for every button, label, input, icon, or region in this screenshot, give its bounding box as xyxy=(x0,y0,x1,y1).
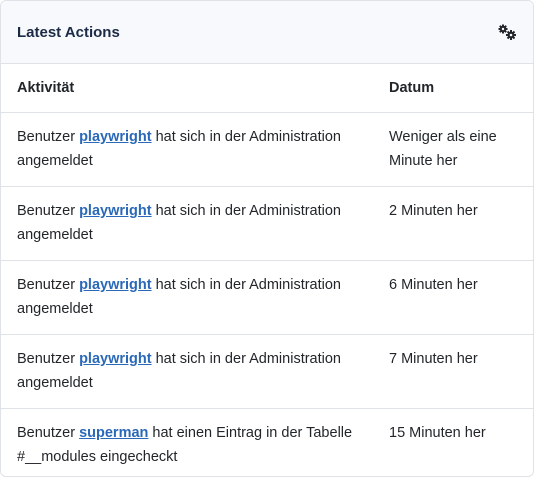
activity-cell: Benutzer playwright hat sich in der Admi… xyxy=(1,186,373,261)
table-row: Benutzer playwright hat sich in der Admi… xyxy=(1,186,533,261)
activity-prefix: Benutzer xyxy=(17,203,80,219)
date-cell: 2 Minuten her xyxy=(373,186,533,261)
table-header-row: Aktivität Datum xyxy=(1,64,533,113)
activity-cell: Benutzer playwright hat sich in der Admi… xyxy=(1,334,373,409)
gears-icon[interactable] xyxy=(497,24,517,40)
user-link[interactable]: superman xyxy=(79,425,148,441)
card-title: Latest Actions xyxy=(17,23,120,41)
activity-cell: Benutzer playwright hat sich in der Admi… xyxy=(1,260,373,335)
latest-actions-card: Latest Actions Aktivität Datum Benutzer … xyxy=(0,0,534,477)
activity-prefix: Benutzer xyxy=(17,277,80,293)
user-link[interactable]: playwright xyxy=(79,203,152,219)
user-link[interactable]: playwright xyxy=(79,351,152,367)
table-row: Benutzer playwright hat sich in der Admi… xyxy=(1,112,533,187)
date-cell: 7 Minuten her xyxy=(373,334,533,409)
activity-prefix: Benutzer xyxy=(17,351,80,367)
activity-cell: Benutzer superman hat einen Eintrag in d… xyxy=(1,409,373,477)
actions-table: Aktivität Datum Benutzer playwright hat … xyxy=(1,64,533,477)
table-row: Benutzer playwright hat sich in der Admi… xyxy=(1,260,533,335)
column-header-date: Datum xyxy=(373,64,533,113)
table-row: Benutzer superman hat einen Eintrag in d… xyxy=(1,409,533,477)
table-row: Benutzer playwright hat sich in der Admi… xyxy=(1,334,533,409)
activity-cell: Benutzer playwright hat sich in der Admi… xyxy=(1,112,373,187)
column-header-activity: Aktivität xyxy=(1,64,373,113)
activity-prefix: Benutzer xyxy=(17,129,80,145)
card-header: Latest Actions xyxy=(1,1,533,64)
date-cell: 15 Minuten her xyxy=(389,425,486,441)
date-cell: 6 Minuten her xyxy=(373,260,533,335)
user-link[interactable]: playwright xyxy=(79,277,152,293)
activity-prefix: Benutzer xyxy=(17,425,80,441)
date-cell: Weniger als eine Minute her xyxy=(373,112,533,187)
user-link[interactable]: playwright xyxy=(79,129,152,145)
